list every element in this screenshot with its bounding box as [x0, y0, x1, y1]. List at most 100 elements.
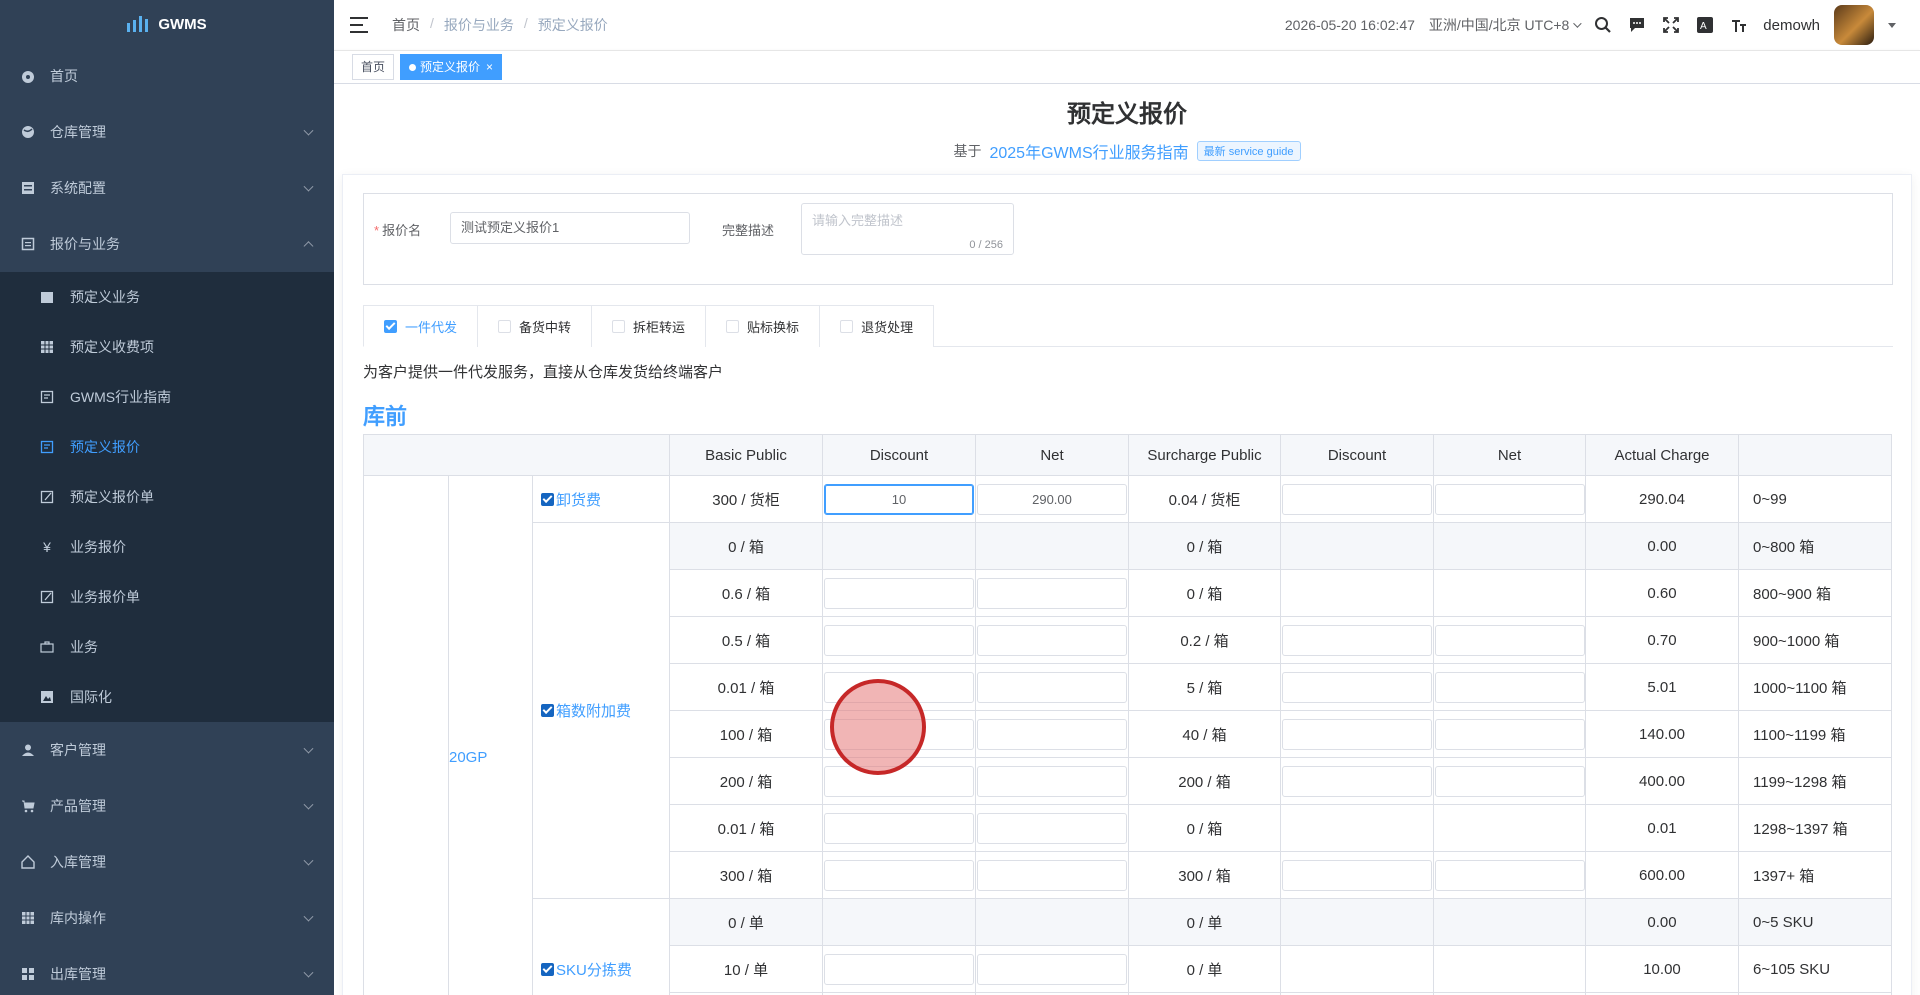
avatar[interactable]	[1834, 5, 1874, 45]
fullscreen-icon[interactable]	[1661, 15, 1681, 35]
fee-label-unload[interactable]: 卸货费	[541, 489, 601, 510]
discount-input[interactable]	[824, 859, 974, 891]
sidebar-subitem-label: 预定义收费项	[70, 339, 154, 355]
font-size-icon[interactable]	[1729, 15, 1749, 35]
sidebar-subitem-business-quote[interactable]: ¥ 业务报价	[0, 522, 334, 572]
header-cell: Actual Charge	[1585, 434, 1739, 476]
surcharge-discount-input[interactable]	[1282, 765, 1432, 797]
discount-input[interactable]	[824, 671, 974, 703]
quote-card: * 报价名 测试预定义报价1 完整描述 请输入完整描述 0 / 256 一件代发 …	[342, 174, 1912, 995]
guide-link[interactable]: 2025年GWMS行业服务指南	[989, 139, 1188, 163]
yen-icon: ¥	[43, 539, 51, 555]
net-input[interactable]	[977, 953, 1127, 985]
sidebar-subitem-predefined-quote[interactable]: 预定义报价	[0, 422, 334, 472]
tag-active[interactable]: 预定义报价 ×	[400, 54, 503, 80]
checkbox[interactable]	[541, 704, 554, 717]
sidebar-item-quote-business[interactable]: 报价与业务	[0, 216, 334, 272]
net-input[interactable]	[977, 859, 1127, 891]
header-cell	[532, 434, 670, 476]
net-input[interactable]	[977, 624, 1127, 656]
submenu-quote-business: 预定义业务 预定义收费项 GWMS行业指南 预定义报价 预定义报价单 ¥ 业务报…	[0, 272, 334, 722]
surcharge-discount-input[interactable]	[1282, 671, 1432, 703]
caret-down-icon[interactable]	[1888, 22, 1896, 28]
sidebar-item-outbound[interactable]: 出库管理	[0, 946, 334, 995]
surcharge-net-input[interactable]	[1434, 859, 1585, 891]
discount-input[interactable]	[824, 765, 974, 797]
search-icon[interactable]	[1593, 15, 1613, 35]
checkbox[interactable]	[840, 320, 854, 333]
checkbox[interactable]	[384, 319, 397, 333]
checkbox[interactable]	[541, 492, 554, 506]
sidebar-subitem-predefined-fees[interactable]: 预定义收费项	[0, 322, 334, 372]
checkbox[interactable]	[726, 320, 740, 333]
surcharge-discount-input[interactable]	[1282, 483, 1432, 515]
net-input[interactable]	[977, 577, 1127, 609]
basic-public-cell: 100 / 箱	[669, 710, 823, 758]
tag-home[interactable]: 首页	[352, 54, 395, 80]
app-logo[interactable]: GWMS	[0, 0, 334, 48]
sidebar-subitem-guide[interactable]: GWMS行业指南	[0, 372, 334, 422]
surcharge-discount-input[interactable]	[1282, 718, 1432, 750]
sidebar-item-warehouse[interactable]: 仓库管理	[0, 104, 334, 160]
sidebar-item-inbound[interactable]: 入库管理	[0, 834, 334, 890]
breadcrumb-item-home[interactable]: 首页	[392, 15, 420, 35]
tab-returns[interactable]: 退货处理	[819, 305, 935, 347]
sidebar-item-customers[interactable]: 客户管理	[0, 722, 334, 778]
user-icon	[20, 742, 36, 758]
basic-public-cell: 200 / 箱	[669, 757, 823, 805]
desc-label: 完整描述	[722, 223, 775, 238]
sidebar-item-products[interactable]: 产品管理	[0, 778, 334, 834]
timezone-select[interactable]: 亚洲/中国/北京 UTC+8	[1429, 15, 1582, 35]
net-input[interactable]	[977, 718, 1127, 750]
checkbox[interactable]	[612, 320, 626, 333]
discount-input[interactable]	[824, 624, 974, 656]
surcharge-discount-input[interactable]	[1282, 624, 1432, 656]
discount-input[interactable]: 10	[824, 483, 974, 515]
sidebar-subitem-predefined-business[interactable]: 预定义业务	[0, 272, 334, 322]
actual-charge-cell: 0.70	[1585, 616, 1739, 664]
fee-cell-box: 箱数附加费	[532, 522, 670, 899]
surcharge-net-input[interactable]	[1434, 718, 1585, 750]
tab-devanning[interactable]: 拆柜转运	[591, 305, 706, 347]
surcharge-net-input[interactable]	[1434, 671, 1585, 703]
breadcrumb-item-section: 报价与业务	[443, 17, 514, 33]
sidebar-subitem-predefined-quote-sheet[interactable]: 预定义报价单	[0, 472, 334, 522]
net-cell	[1433, 804, 1586, 852]
sidebar-subitem-business[interactable]: 业务	[0, 622, 334, 672]
discount-input[interactable]	[824, 812, 974, 844]
checkbox[interactable]	[498, 320, 512, 333]
hamburger-icon[interactable]	[350, 17, 368, 33]
net-input[interactable]	[977, 765, 1127, 797]
range-cell: 1100~1199 箱	[1738, 710, 1892, 758]
surcharge-net-input[interactable]	[1434, 624, 1585, 656]
checkbox[interactable]	[541, 962, 554, 976]
sidebar-subitem-business-quote-sheet[interactable]: 业务报价单	[0, 572, 334, 622]
description-textarea[interactable]: 请输入完整描述 0 / 256	[801, 203, 1014, 255]
quote-name-input[interactable]: 测试预定义报价1	[450, 212, 690, 244]
basic-public-cell: 0.5 / 箱	[669, 616, 823, 664]
message-icon[interactable]	[1627, 15, 1647, 35]
discount-input[interactable]	[824, 577, 974, 609]
tab-relabel[interactable]: 贴标换标	[705, 305, 820, 347]
sidebar-item-inventory[interactable]: 库内操作	[0, 890, 334, 946]
surcharge-net-input[interactable]	[1434, 483, 1585, 515]
username[interactable]: demowh	[1763, 17, 1820, 34]
sidebar-item-system[interactable]: 系统配置	[0, 160, 334, 216]
net-input[interactable]	[977, 812, 1127, 844]
surcharge-net-input[interactable]	[1434, 765, 1585, 797]
sidebar-item-home[interactable]: 首页	[0, 48, 334, 104]
translate-icon[interactable]: A	[1695, 15, 1715, 35]
net-input[interactable]	[977, 671, 1127, 703]
sidebar-subitem-i18n[interactable]: 国际化	[0, 672, 334, 722]
net-input[interactable]: 290.00	[977, 483, 1127, 515]
discount-cell	[822, 804, 976, 852]
surcharge-discount-input[interactable]	[1282, 859, 1432, 891]
actual-charge-cell: 0.60	[1585, 569, 1739, 617]
close-icon[interactable]: ×	[486, 55, 493, 79]
fee-label-sku[interactable]: SKU分拣费	[541, 959, 632, 980]
discount-input[interactable]	[824, 718, 974, 750]
fee-label-box[interactable]: 箱数附加费	[541, 700, 631, 721]
tab-stock-transfer[interactable]: 备货中转	[477, 305, 592, 347]
discount-input[interactable]	[824, 953, 974, 985]
tab-dropship[interactable]: 一件代发	[363, 305, 478, 347]
